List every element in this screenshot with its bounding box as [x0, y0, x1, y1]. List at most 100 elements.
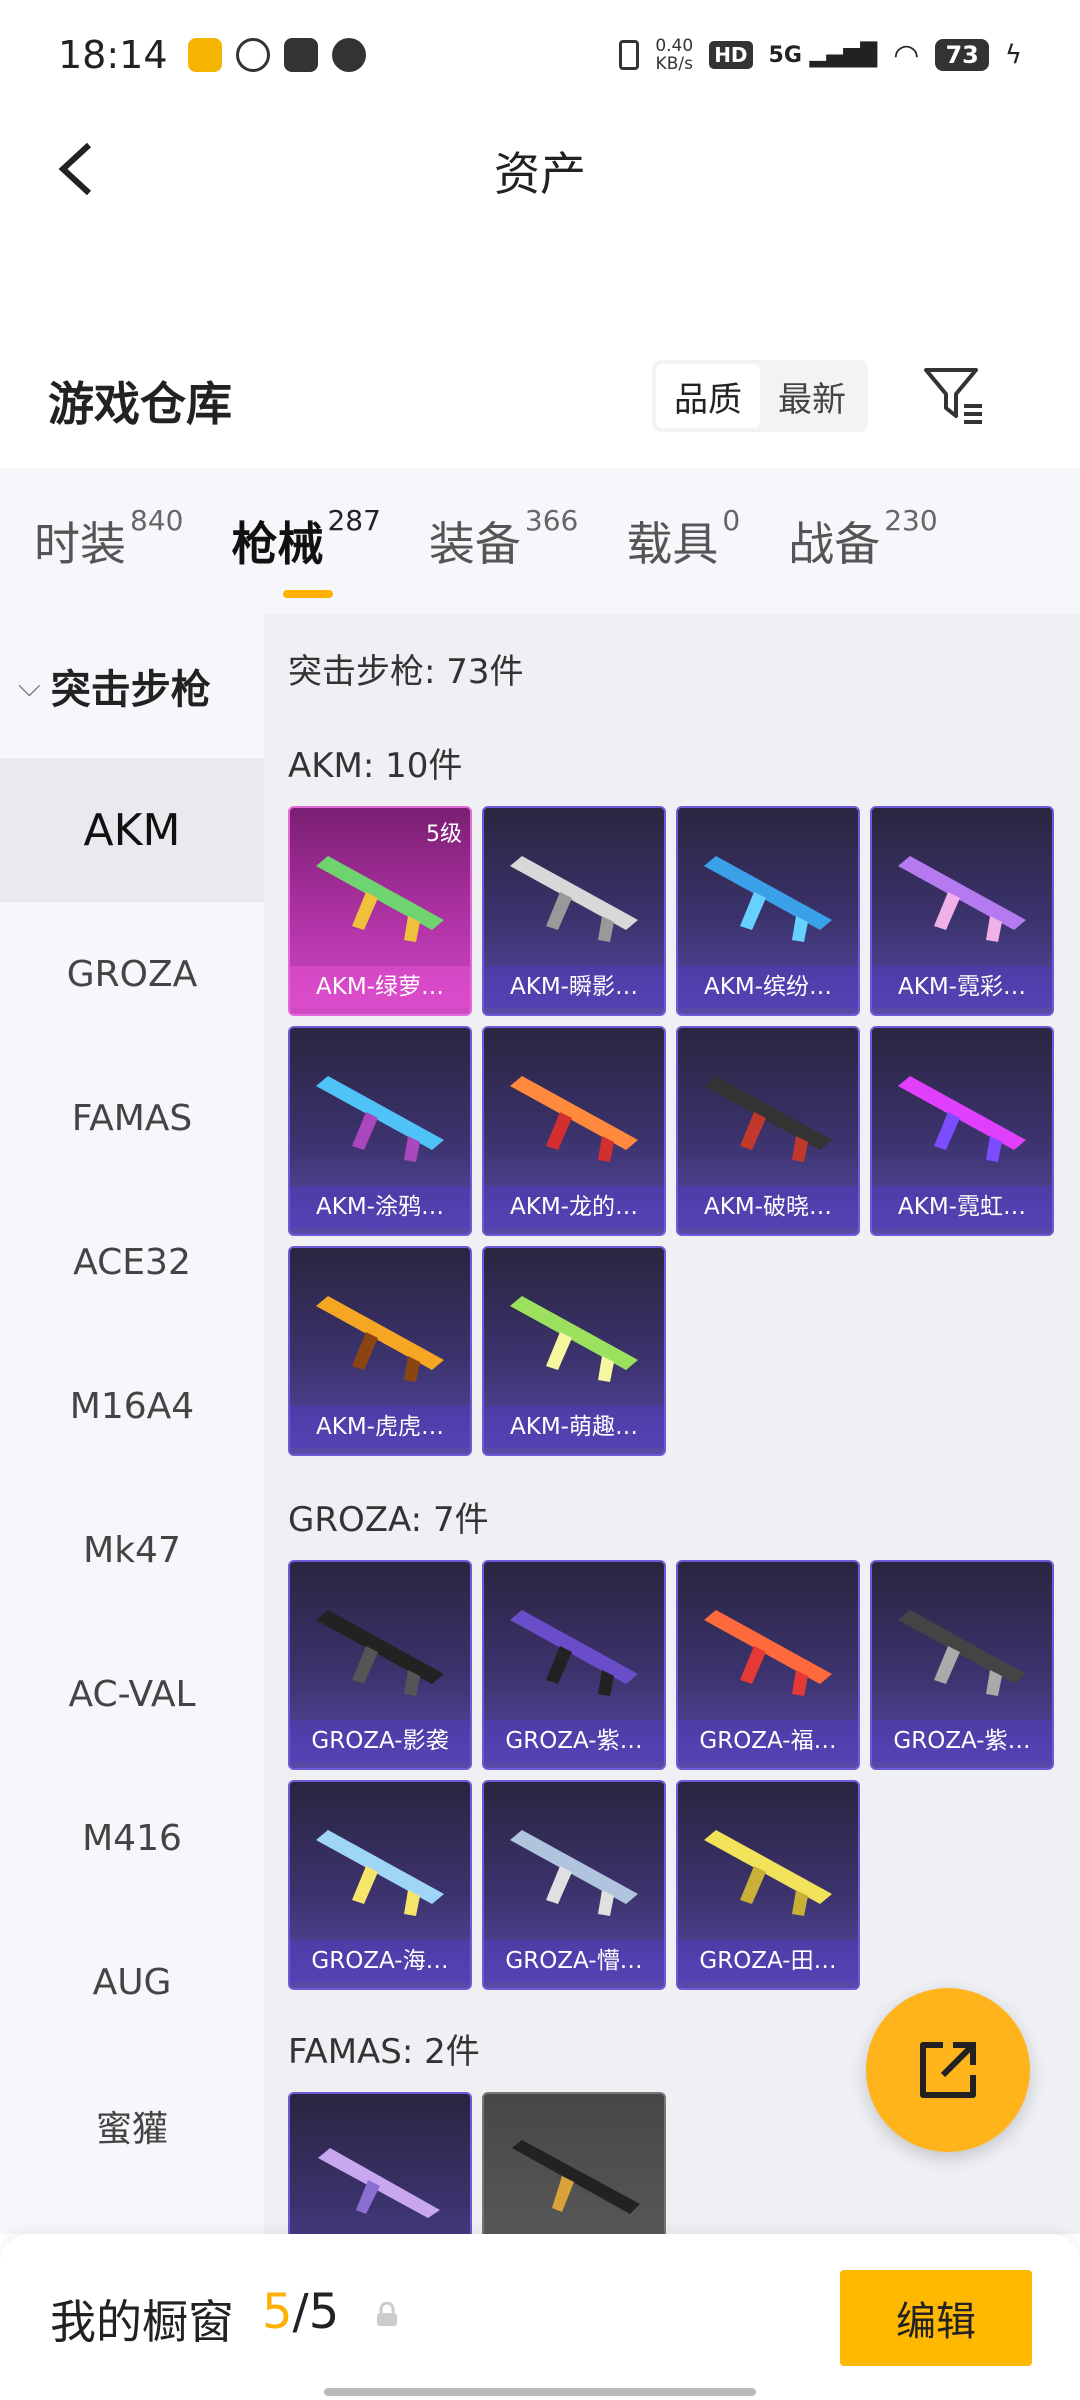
link-notification-icon [235, 38, 270, 72]
weapon-card[interactable]: GROZA-福… [676, 1560, 860, 1770]
weapon-name: AKM-缤纷… [678, 966, 858, 1008]
weapon-skin-icon [898, 1076, 1026, 1162]
sidebar-category-assault-rifles[interactable]: ⌵ 突击步枪 [0, 614, 264, 758]
status-time: 18:14 [58, 33, 168, 77]
tab-equipment[interactable]: 装备 366 [429, 504, 578, 574]
weapon-card[interactable]: GROZA-懵… [482, 1780, 666, 1990]
weapon-card[interactable] [288, 2092, 472, 2234]
weapon-skin-icon [704, 856, 832, 942]
net-speed: 0.40 KB/s [655, 36, 694, 74]
status-right: 0.40 KB/s HD 5G ▂▄▆█ ◠ 73 ϟ [619, 37, 1022, 73]
weapon-skin-icon [318, 2148, 440, 2218]
weapon-card[interactable]: GROZA-紫… [870, 1560, 1054, 1770]
weapon-card[interactable]: GROZA-田… [676, 1780, 860, 1990]
weapon-skin-icon [898, 856, 1026, 942]
tab-supplies[interactable]: 战备 230 [788, 504, 937, 574]
sidebar-item-ac-val[interactable]: AC-VAL [0, 1622, 264, 1766]
app-root: { "status": {"time":"18:14","net_speed":… [0, 0, 1080, 2400]
chevron-down-icon: ⌵ [18, 668, 41, 704]
filter-button[interactable] [918, 360, 988, 430]
tab-fashion[interactable]: 时装 840 [34, 504, 183, 574]
weapon-skin-icon [316, 1296, 444, 1382]
showcase-count: 5/5 [262, 2284, 340, 2340]
weapon-card[interactable]: AKM-瞬影… [482, 806, 666, 1016]
weapon-skin-icon [510, 1296, 638, 1382]
home-indicator[interactable] [324, 2388, 756, 2396]
section-title-akm: AKM: 10件 [288, 746, 463, 786]
weapon-card[interactable]: AKM-破晓… [676, 1026, 860, 1236]
tab-firearms[interactable]: 枪械 287 [231, 504, 381, 598]
category-tabs: 时装 840 枪械 287 装备 366 载具 0 战备 230 [0, 468, 1080, 614]
weapon-name: GROZA-懵… [484, 1940, 664, 1982]
notification-icons [187, 38, 366, 72]
weapon-skin-icon [510, 1076, 638, 1162]
lock-icon [377, 2302, 397, 2326]
weapon-card[interactable]: GROZA-海… [288, 1780, 472, 1990]
weapon-sidebar: ⌵ 突击步枪 AKM GROZA FAMAS ACE32 M16A4 Mk47 A… [0, 614, 264, 2234]
sidebar-item-m16a4[interactable]: M16A4 [0, 1334, 264, 1478]
weapon-skin-icon [704, 1076, 832, 1162]
weapon-card[interactable]: AKM-霓彩… [870, 806, 1054, 1016]
weapon-card[interactable]: AKM-涂鸦… [288, 1026, 472, 1236]
weapon-name: AKM-涂鸦… [290, 1186, 470, 1228]
weapon-card[interactable]: AKM-虎虎… [288, 1246, 472, 1456]
weapon-name: GROZA-紫… [484, 1720, 664, 1762]
summary-heading: 突击步枪: 73件 [288, 652, 524, 692]
sidebar-item-mk47[interactable]: Mk47 [0, 1478, 264, 1622]
edit-button[interactable]: 编辑 [840, 2270, 1032, 2366]
level-badge: 5级 [426, 822, 462, 847]
weapon-skin-icon [316, 1830, 444, 1916]
signal-icon: 5G ▂▄▆█ [768, 42, 878, 68]
weapon-skin-icon [704, 1830, 832, 1916]
weapon-card[interactable]: GROZA-紫… [482, 1560, 666, 1770]
status-bar: 18:14 0.40 KB/s HD 5G ▂▄▆█ ◠ 73 ϟ [0, 0, 1080, 110]
sidebar-item-aug[interactable]: AUG [0, 1910, 264, 2054]
chat-notification-icon [331, 38, 366, 72]
mail-notification-icon [283, 38, 318, 72]
weapon-card[interactable]: AKM-龙的… [482, 1026, 666, 1236]
sidebar-item-groza[interactable]: GROZA [0, 902, 264, 1046]
weapon-skin-icon [510, 1610, 638, 1696]
warehouse-title: 游戏仓库 [48, 377, 232, 431]
filter-icon [924, 368, 982, 424]
showcase-label: 我的橱窗 [50, 2295, 234, 2349]
section-title-groza: GROZA: 7件 [288, 1500, 489, 1540]
vibrate-icon [619, 40, 640, 70]
weapon-skin-icon [510, 1830, 638, 1916]
wifi-icon: ◠ [893, 37, 920, 73]
page-title: 资产 [494, 147, 586, 201]
weapon-skin-icon [512, 2140, 640, 2214]
sort-newest-button[interactable]: 最新 [760, 364, 864, 428]
weapon-skin-icon [510, 856, 638, 942]
sidebar-item-famas[interactable]: FAMAS [0, 1046, 264, 1190]
bottom-bar: 我的橱窗 5/5 编辑 [0, 2234, 1080, 2400]
sidebar-item-m416[interactable]: M416 [0, 1766, 264, 1910]
share-button[interactable] [866, 1988, 1030, 2152]
weapon-skin-icon [316, 1076, 444, 1162]
weapon-card[interactable]: AKM-霓虹… [870, 1026, 1054, 1236]
hd-icon: HD [709, 41, 753, 69]
sidebar-item-honey-badger[interactable]: 蜜獾 [0, 2054, 264, 2198]
weapon-name: AKM-龙的… [484, 1186, 664, 1228]
weapon-name: AKM-破晓… [678, 1186, 858, 1228]
tab-vehicles[interactable]: 载具 0 [626, 504, 740, 574]
sort-quality-button[interactable]: 品质 [656, 364, 760, 428]
weapon-card[interactable]: GROZA-影袭 [288, 1560, 472, 1770]
weapon-name: AKM-瞬影… [484, 966, 664, 1008]
share-icon [920, 2042, 976, 2098]
sidebar-item-ace32[interactable]: ACE32 [0, 1190, 264, 1334]
weapon-name: GROZA-海… [290, 1940, 470, 1982]
sidebar-item-akm[interactable]: AKM [0, 758, 264, 902]
weapon-name: GROZA-田… [678, 1940, 858, 1982]
weapon-card[interactable]: AKM-缤纷… [676, 806, 860, 1016]
weapon-card[interactable]: 5级 AKM-绿萝… [288, 806, 472, 1016]
weapon-name: AKM-霓彩… [872, 966, 1052, 1008]
top-header: 资产 [0, 110, 1080, 228]
akm-grid: 5级 AKM-绿萝… AKM-瞬影… AKM-缤纷… AKM-霓彩… AKM-涂鸦… AKM… [288, 806, 1054, 1456]
weapon-card[interactable]: AKM-萌趣… [482, 1246, 666, 1456]
weapon-card[interactable] [482, 2092, 666, 2234]
weapon-skin-icon [316, 856, 444, 942]
weapon-name: GROZA-福… [678, 1720, 858, 1762]
weapon-name: AKM-霓虹… [872, 1186, 1052, 1228]
app-notification-icon [187, 38, 222, 72]
